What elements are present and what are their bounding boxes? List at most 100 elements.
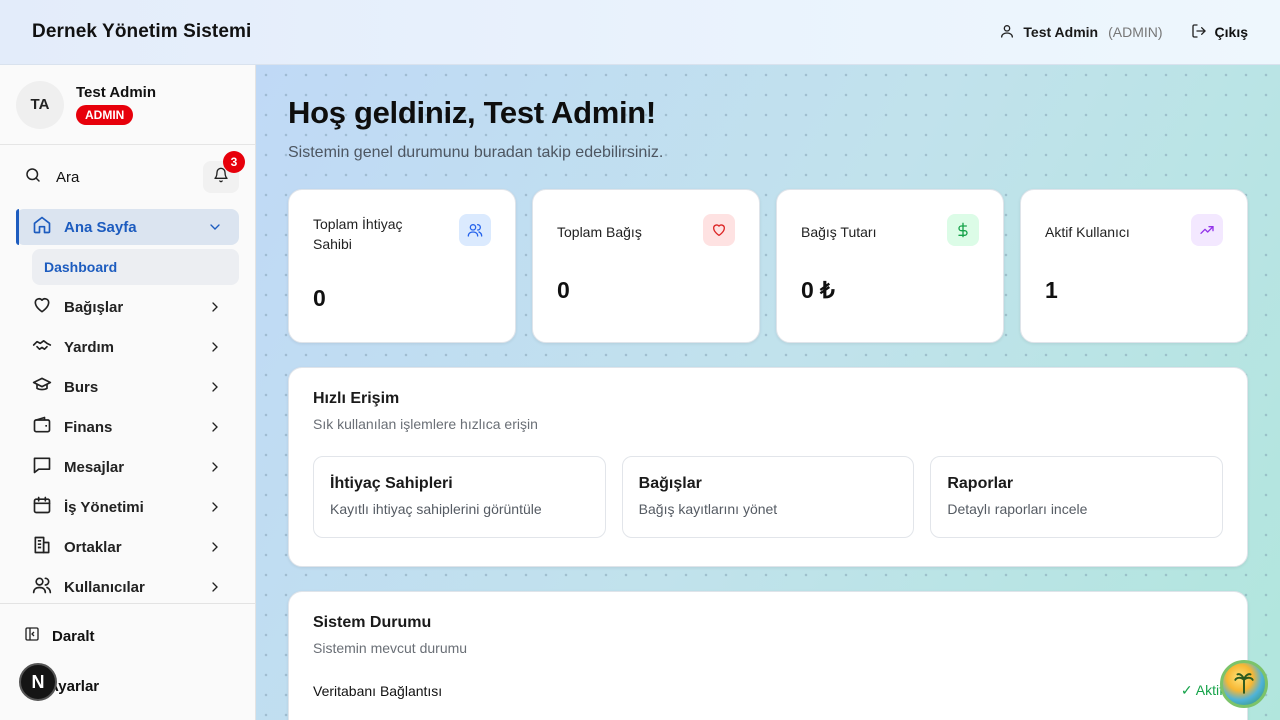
- dev-tools-badge[interactable]: N: [19, 663, 57, 701]
- quick-access-title: Hızlı Erişim: [313, 390, 400, 407]
- sidebar-item-yardim[interactable]: Yardım: [16, 329, 239, 365]
- sidebar-subitem-dashboard[interactable]: Dashboard: [32, 249, 239, 285]
- page-title: Hoş geldiniz, Test Admin!: [288, 95, 656, 130]
- logout-icon: [1191, 23, 1207, 42]
- stat-value: 0: [313, 285, 326, 311]
- quick-link-title: Bağışlar: [638, 475, 702, 492]
- sidebar-item-finans[interactable]: Finans: [16, 409, 239, 445]
- sidebar-item-label: Finans: [64, 418, 113, 436]
- stat-card-aktif-kullanici: Aktif Kullanıcı 1: [1020, 189, 1248, 343]
- quick-access-grid: İhtiyaç Sahipleri Kayıtlı ihtiyaç sahipl…: [313, 456, 1224, 538]
- trending-up-icon: [1191, 214, 1223, 246]
- sidebar-search[interactable]: Ara 3: [0, 145, 255, 209]
- chevron-right-icon: [207, 419, 223, 435]
- quick-access-subtitle: Sık kullanılan işlemlere hızlıca erişin: [313, 416, 538, 432]
- quick-link-desc: Kayıtlı ihtiyaç sahiplerini görüntüle: [330, 501, 542, 517]
- logout-label: Çıkış: [1214, 24, 1248, 40]
- sidebar-item-burs[interactable]: Burs: [16, 369, 239, 405]
- stat-card-toplam-bagis: Toplam Bağış 0: [532, 189, 760, 343]
- wallet-icon: [32, 415, 52, 439]
- sidebar-item-kullanicilar[interactable]: Kullanıcılar: [16, 569, 239, 605]
- sidebar-item-bagislar[interactable]: Bağışlar: [16, 289, 239, 325]
- header-user-name: Test Admin: [1023, 24, 1099, 40]
- home-icon: [32, 215, 52, 239]
- user-icon: [999, 23, 1015, 42]
- page-subtitle: Sistemin genel durumunu buradan takip ed…: [288, 144, 664, 161]
- system-status-subtitle: Sistemin mevcut durumu: [313, 640, 468, 656]
- sidebar-item-label: Burs: [64, 378, 99, 396]
- sidebar-item-ana-sayfa[interactable]: Ana Sayfa: [16, 209, 239, 245]
- status-label: Veritabanı Bağlantısı: [313, 682, 443, 699]
- quick-link-ihtiyac-sahipleri[interactable]: İhtiyaç Sahipleri Kayıtlı ihtiyaç sahipl…: [313, 456, 606, 538]
- sidebar-item-label: Mesajlar: [64, 458, 125, 476]
- panel-collapse-icon: [24, 626, 40, 646]
- collapse-label: Daralt: [52, 627, 95, 645]
- chevron-down-icon: [207, 219, 223, 235]
- search-label: Ara: [56, 168, 80, 186]
- app-title: Dernek Yönetim Sistemi: [32, 21, 252, 42]
- stat-value: 0 ₺: [801, 277, 835, 303]
- chevron-right-icon: [207, 539, 223, 555]
- sidebar-item-mesajlar[interactable]: Mesajlar: [16, 449, 239, 485]
- search-icon: [24, 166, 42, 189]
- sidebar-item-is-yonetimi[interactable]: İş Yönetimi: [16, 489, 239, 525]
- sidebar-profile: TA Test Admin ADMIN: [0, 65, 255, 145]
- notification-count-badge: 3: [223, 151, 245, 173]
- quick-link-bagislar[interactable]: Bağışlar Bağış kayıtlarını yönet: [621, 456, 915, 538]
- role-badge: ADMIN: [76, 105, 134, 125]
- sidebar-item-label: Bağışlar: [64, 298, 124, 316]
- chevron-right-icon: [207, 379, 223, 395]
- chevron-right-icon: [207, 499, 223, 515]
- header-user-role: (ADMIN): [1108, 24, 1163, 40]
- chevron-right-icon: [207, 339, 223, 355]
- stat-card-bagis-tutari: Bağış Tutarı 0 ₺: [776, 189, 1004, 343]
- floating-assistant-button[interactable]: [1220, 660, 1268, 708]
- header-actions: Test Admin (ADMIN) Çıkış: [999, 23, 1248, 42]
- sidebar-item-label: İş Yönetimi: [64, 498, 144, 516]
- profile-name: Test Admin: [76, 84, 157, 101]
- sidebar-item-label: Ortaklar: [64, 538, 122, 556]
- quick-link-desc: Bağış kayıtlarını yönet: [638, 501, 778, 517]
- users-icon: [459, 214, 491, 246]
- sidebar: TA Test Admin ADMIN Ara 3 Ana Sayfa Dash…: [0, 65, 256, 720]
- heart-icon: [703, 214, 735, 246]
- status-badge: ✓ Aktif: [1180, 682, 1223, 698]
- sidebar-nav: Ana Sayfa Dashboard Bağışlar Yardım Burs…: [0, 209, 255, 605]
- stat-value: 0: [557, 277, 570, 303]
- heart-icon: [32, 295, 52, 319]
- stat-label: Aktif Kullanıcı: [1045, 224, 1130, 240]
- sidebar-item-label: Ana Sayfa: [64, 218, 137, 236]
- chevron-right-icon: [207, 459, 223, 475]
- quick-link-raporlar[interactable]: Raporlar Detaylı raporları incele: [930, 456, 1224, 538]
- system-status-panel: Sistem Durumu Sistemin mevcut durumu Ver…: [288, 591, 1248, 720]
- header-user[interactable]: Test Admin (ADMIN): [999, 23, 1163, 42]
- users-icon: [32, 575, 52, 599]
- sidebar-item-label: Kullanıcılar: [64, 578, 145, 596]
- quick-link-title: Raporlar: [947, 475, 1014, 492]
- top-header: Dernek Yönetim Sistemi Test Admin (ADMIN…: [0, 0, 1280, 65]
- quick-link-title: İhtiyaç Sahipleri: [330, 475, 453, 492]
- stat-value: 1: [1045, 277, 1058, 303]
- system-status-title: Sistem Durumu: [313, 614, 432, 631]
- quick-access-panel: Hızlı Erişim Sık kullanılan işlemlere hı…: [288, 367, 1248, 567]
- message-icon: [32, 455, 52, 479]
- chevron-right-icon: [207, 579, 223, 595]
- sidebar-item-label: Yardım: [64, 338, 115, 356]
- stat-card-ihtiyac-sahibi: Toplam İhtiyaç Sahibi 0: [288, 189, 516, 343]
- main-content: Hoş geldiniz, Test Admin! Sistemin genel…: [256, 65, 1280, 720]
- sidebar-item-ortaklar[interactable]: Ortaklar: [16, 529, 239, 565]
- sidebar-footer: Daralt Ayarlar: [0, 603, 255, 720]
- stat-label: Toplam Bağış: [557, 224, 642, 240]
- collapse-sidebar-button[interactable]: Daralt: [24, 616, 231, 656]
- chevron-right-icon: [207, 299, 223, 315]
- quick-link-desc: Detaylı raporları incele: [947, 501, 1088, 517]
- logout-button[interactable]: Çıkış: [1191, 23, 1248, 42]
- handshake-icon: [32, 335, 52, 359]
- notifications-button[interactable]: 3: [203, 151, 245, 193]
- avatar[interactable]: TA: [16, 80, 64, 129]
- dollar-icon: [947, 214, 979, 246]
- status-row-database: Veritabanı Bağlantısı ✓ Aktif: [313, 682, 1223, 699]
- building-icon: [32, 535, 52, 559]
- palm-beach-icon: [1231, 669, 1257, 700]
- stat-label: Bağış Tutarı: [801, 224, 877, 240]
